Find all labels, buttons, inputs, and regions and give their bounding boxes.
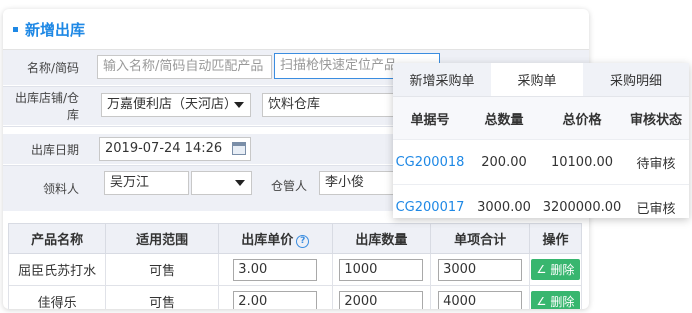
purchase-header-row: 单据号 总数量 总价格 审核状态 — [393, 97, 689, 140]
subtotal-cell: 3000 — [430, 253, 530, 286]
product-name-cell: 屈臣氏苏打水 — [7, 253, 107, 286]
scope-cell: 可售 — [105, 285, 220, 309]
table-row: 佳得乐 可售 2.00 2000 4000 ∠ 删除 — [7, 285, 582, 309]
keeper-value: 李小俊 — [325, 175, 365, 190]
calendar-icon[interactable] — [232, 142, 246, 155]
title-marker — [13, 26, 18, 32]
tab-purchase-details[interactable]: 采购明细 — [583, 63, 689, 96]
price-cell: 2.00 — [218, 285, 333, 309]
popup-tabs: 新增采购单 采购单 采购明细 — [393, 63, 689, 97]
product-name-cell: 佳得乐 — [7, 285, 107, 309]
delete-button[interactable]: ∠ 删除 — [531, 259, 580, 280]
tab-purchase-orders[interactable]: 采购单 — [491, 63, 583, 96]
col-unit-price: 出库单价? — [218, 223, 333, 254]
col-actions: 操作 — [529, 223, 582, 254]
tab-new-purchase[interactable]: 新增采购单 — [393, 63, 491, 96]
store-select-value: 万嘉便利店（天河店） — [107, 97, 238, 112]
purchase-row[interactable]: CG200017 3000.00 3200000.00 已审核 — [393, 184, 689, 218]
name-search-input[interactable]: 输入名称/简码自动匹配产品 — [97, 55, 272, 79]
table-header-row: 产品名称 适用范围 出库单价? 出库数量 单项合计 操作 — [7, 223, 582, 254]
col-total-qty: 总数量 — [467, 97, 541, 140]
chevron-down-icon — [234, 102, 244, 108]
scan-placeholder: 扫描枪快速定位产品 — [280, 58, 398, 73]
subtotal-input[interactable]: 3000 — [438, 258, 523, 281]
warehouse-select-value: 饮料仓库 — [268, 97, 321, 112]
date-label: 出库日期 — [30, 142, 79, 157]
price-input[interactable]: 2.00 — [233, 290, 318, 309]
col-subtotal: 单项合计 — [430, 223, 530, 254]
subtotal-cell: 4000 — [430, 285, 530, 309]
order-no-link[interactable]: CG200017 — [393, 184, 467, 218]
price-input[interactable]: 3.00 — [233, 258, 318, 281]
total-price-cell: 10100.00 — [541, 139, 623, 185]
name-search-placeholder: 输入名称/简码自动匹配产品 — [103, 59, 264, 74]
date-value: 2019-07-24 14:26 — [105, 141, 223, 156]
col-product-name: 产品名称 — [7, 223, 107, 254]
order-no-link[interactable]: CG200018 — [393, 139, 467, 185]
name-label: 名称/简码 — [26, 61, 79, 75]
delete-label: 删除 — [550, 295, 575, 309]
col-order-no: 单据号 — [393, 97, 467, 140]
card-header: 新增出库 — [3, 9, 589, 50]
scope-cell: 可售 — [105, 253, 220, 286]
edit-icon: ∠ — [536, 263, 547, 276]
purchase-popup: 新增采购单 采购单 采购明细 单据号 总数量 总价格 审核状态 CG200018… — [393, 63, 689, 218]
quantity-cell: 2000 — [331, 285, 432, 309]
purchase-table: 单据号 总数量 总价格 审核状态 CG200018 200.00 10100.0… — [393, 97, 689, 218]
table-row: 屈臣氏苏打水 可售 3.00 1000 3000 ∠ 删除 — [7, 253, 582, 286]
store-select[interactable]: 万嘉便利店（天河店） — [101, 93, 251, 117]
keeper-input[interactable]: 李小俊 — [319, 171, 399, 195]
receiver-label: 领料人 — [42, 182, 79, 196]
delete-button[interactable]: ∠ 删除 — [531, 291, 580, 309]
status-cell: 待审核 — [623, 139, 689, 185]
receiver-value: 吴万江 — [110, 175, 150, 190]
delete-label: 删除 — [550, 263, 575, 277]
store-label: 出库店铺/仓库 — [14, 91, 79, 122]
edit-icon: ∠ — [536, 295, 547, 308]
col-total-price: 总价格 — [541, 97, 623, 140]
col-quantity: 出库数量 — [331, 223, 432, 254]
price-cell: 3.00 — [218, 253, 333, 286]
date-input[interactable]: 2019-07-24 14:26 — [99, 137, 251, 161]
purchase-row[interactable]: CG200018 200.00 10100.00 待审核 — [393, 139, 689, 185]
subtotal-input[interactable]: 4000 — [438, 290, 523, 309]
warehouse-select[interactable]: 饮料仓库 — [262, 93, 402, 117]
quantity-input[interactable]: 2000 — [339, 290, 424, 309]
quantity-input[interactable]: 1000 — [339, 258, 424, 281]
total-price-cell: 3200000.00 — [541, 184, 623, 218]
help-icon[interactable]: ? — [296, 235, 310, 248]
chevron-down-icon — [235, 180, 245, 186]
col-review-status: 审核状态 — [623, 97, 689, 140]
keeper-label: 仓管人 — [271, 179, 308, 193]
product-table: 产品名称 适用范围 出库单价? 出库数量 单项合计 操作 屈臣氏苏打水 可售 3… — [7, 223, 582, 309]
quantity-cell: 1000 — [331, 253, 432, 286]
col-unit-price-label: 出库单价 — [241, 233, 294, 248]
action-cell: ∠ 删除 — [529, 253, 582, 286]
status-cell: 已审核 — [623, 184, 689, 218]
col-scope: 适用范围 — [105, 223, 220, 254]
page-title: 新增出库 — [25, 20, 86, 39]
receiver-input[interactable]: 吴万江 — [104, 171, 189, 195]
receiver-select[interactable] — [191, 171, 252, 195]
total-qty-cell: 3000.00 — [467, 184, 541, 218]
total-qty-cell: 200.00 — [467, 139, 541, 185]
action-cell: ∠ 删除 — [529, 285, 582, 309]
